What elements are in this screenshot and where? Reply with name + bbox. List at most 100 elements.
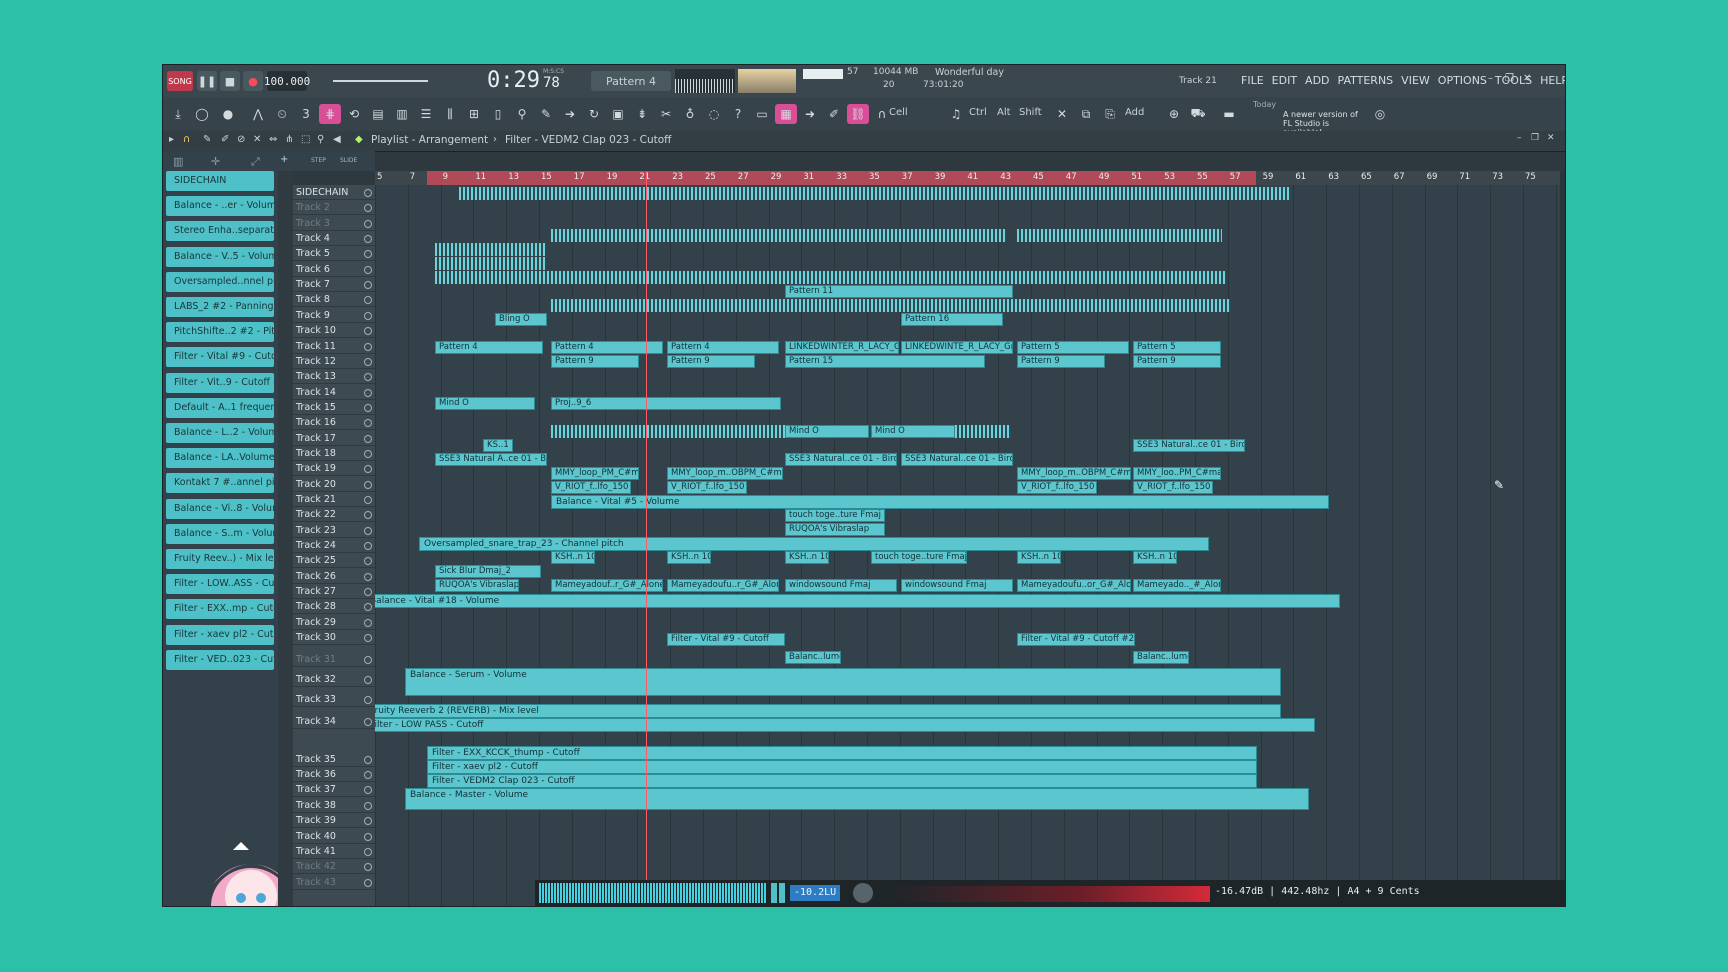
render-icon[interactable]: ⇟ bbox=[631, 104, 653, 124]
track-header[interactable]: Track 35 bbox=[293, 752, 375, 767]
key-shift[interactable]: Shift bbox=[1019, 107, 1042, 118]
track-mute-icon[interactable] bbox=[364, 817, 372, 826]
plus-icon[interactable]: + bbox=[280, 154, 288, 165]
track-mute-icon[interactable] bbox=[364, 786, 372, 795]
track-mute-icon[interactable] bbox=[364, 511, 372, 520]
clip-sick-blur[interactable]: Sick Blur Dmaj_2 bbox=[435, 565, 541, 578]
paint-tool-icon[interactable]: ✐ bbox=[221, 134, 229, 145]
track-mute-icon[interactable] bbox=[364, 496, 372, 504]
clip-mind-a[interactable]: Mind O bbox=[435, 397, 535, 410]
paste-icon[interactable]: ⎘ bbox=[1099, 104, 1121, 124]
track-mute-icon[interactable] bbox=[364, 655, 372, 664]
track-mute-icon[interactable] bbox=[364, 480, 372, 489]
plugin-icon[interactable]: ⚲ bbox=[511, 104, 533, 124]
pencil-tool-icon[interactable]: ✎ bbox=[203, 134, 211, 145]
clip-ksh-d[interactable]: KSH..n 10 bbox=[1017, 551, 1061, 564]
tablet-icon[interactable]: ▭ bbox=[751, 104, 773, 124]
countdown-icon[interactable]: 3 bbox=[295, 104, 317, 124]
track-header[interactable]: Track 11 bbox=[293, 339, 375, 354]
clip-pattern-5b[interactable]: Pattern 5 bbox=[1133, 341, 1221, 354]
channel-item[interactable]: LABS_2 #2 - Panning bbox=[166, 297, 274, 317]
track-header[interactable]: Track 19 bbox=[293, 461, 375, 477]
mute-tool-icon[interactable]: ✕ bbox=[253, 134, 261, 145]
playlist-icon[interactable]: ▤ bbox=[367, 104, 389, 124]
zoom-tool-icon[interactable]: ⚲ bbox=[317, 134, 324, 145]
track-header[interactable]: Track 43 bbox=[293, 875, 375, 890]
automation-fruity-reeverb[interactable]: Fruity Reeverb 2 (REVERB) - Mix level bbox=[375, 704, 1281, 718]
track-header[interactable]: Track 7 bbox=[293, 277, 375, 293]
track-header[interactable]: Track 6 bbox=[293, 262, 375, 277]
track-header[interactable]: Track 18 bbox=[293, 446, 375, 461]
channel-item[interactable]: Filter - LOW..ASS - Cutof bbox=[166, 574, 274, 595]
track-header[interactable]: Track 28 bbox=[293, 599, 375, 615]
clip-vriot-c[interactable]: V_RIOT_f..lfo_150 bbox=[1017, 481, 1097, 494]
track-mute-icon[interactable] bbox=[364, 465, 372, 474]
clip-wind-a[interactable]: windowsound Fmaj bbox=[785, 579, 897, 592]
clip-mind-b[interactable]: Mind O bbox=[785, 425, 869, 438]
track-mute-icon[interactable] bbox=[364, 847, 372, 856]
select-tool-icon[interactable]: ⬚ bbox=[301, 134, 310, 145]
playlist-close-icon[interactable]: ✕ bbox=[1547, 133, 1555, 143]
track6-pattern-blocks[interactable] bbox=[435, 257, 545, 270]
channel-item[interactable]: Filter - xaev pl2 - Cutof bbox=[166, 624, 274, 645]
record-icon[interactable]: ● bbox=[243, 71, 263, 91]
clip-pattern-5a[interactable]: Pattern 5 bbox=[1017, 341, 1129, 354]
arrow-right-icon[interactable]: ➜ bbox=[799, 104, 821, 124]
master-volume-slider[interactable] bbox=[333, 80, 428, 82]
link-icon[interactable]: ⛓ bbox=[847, 104, 869, 124]
channel-item[interactable]: Filter - VED..023 - Cutoff bbox=[166, 649, 274, 670]
pattern-selector[interactable]: Pattern 4 bbox=[591, 71, 671, 91]
clip-ksh-c[interactable]: KSH..n 10 bbox=[785, 551, 829, 564]
sidechain-pattern-blocks[interactable] bbox=[459, 187, 1289, 200]
track-header[interactable]: Track 30 bbox=[293, 630, 375, 646]
delete-icon[interactable]: ✕ bbox=[1051, 104, 1073, 124]
automation-balance-vital18[interactable]: Balance - Vital #18 - Volume bbox=[375, 594, 1340, 608]
cart-icon[interactable]: ⛟ bbox=[1187, 104, 1209, 124]
clip-vriot-a[interactable]: V_RIOT_f..lfo_150 bbox=[551, 481, 631, 494]
slice-tool-icon[interactable]: ⋔ bbox=[285, 134, 293, 145]
track-mute-icon[interactable] bbox=[364, 219, 372, 228]
add-button[interactable]: Add bbox=[1125, 107, 1144, 118]
track-mute-icon[interactable] bbox=[364, 717, 372, 726]
scissors-icon[interactable]: ✂ bbox=[655, 104, 677, 124]
track-header[interactable]: Track 42 bbox=[293, 859, 375, 875]
channel-item[interactable]: Balance - Vi..8 - Volume bbox=[166, 498, 274, 519]
track-mute-icon[interactable] bbox=[364, 572, 372, 581]
song-mode-toggle[interactable]: SONG bbox=[167, 71, 193, 91]
clip-pattern-9b[interactable]: Pattern 9 bbox=[667, 355, 755, 368]
clip-wind-b[interactable]: windowsound Fmaj bbox=[901, 579, 1013, 592]
track-header[interactable]: Track 22 bbox=[293, 507, 375, 523]
play-arrow-icon[interactable]: ▸ bbox=[169, 134, 174, 145]
snap-value[interactable]: Cell bbox=[889, 107, 908, 118]
track-header[interactable]: Track 2 bbox=[293, 200, 375, 216]
track4-pattern-blocks[interactable] bbox=[551, 229, 1006, 242]
clip-touch-b[interactable]: touch toge..ture Fmaj bbox=[871, 551, 967, 564]
channel-item[interactable]: Balance - L..2 - Volume bbox=[166, 423, 274, 443]
plugin-picker-icon[interactable]: ⊕ bbox=[1163, 104, 1185, 124]
track-mute-icon[interactable] bbox=[364, 342, 372, 351]
channel-item[interactable]: Oversampled..nnel pitch bbox=[166, 271, 274, 292]
automation-filter-xaev[interactable]: Filter - xaev pl2 - Cutoff bbox=[427, 760, 1257, 774]
track-mute-icon[interactable] bbox=[364, 265, 372, 274]
refresh-icon[interactable]: ↻ bbox=[583, 104, 605, 124]
playhead[interactable] bbox=[646, 171, 647, 906]
analyzer-knob-icon[interactable] bbox=[853, 883, 873, 903]
flag-icon[interactable]: ▬ bbox=[1215, 104, 1243, 124]
playback-tool-icon[interactable]: ◀ bbox=[333, 134, 341, 145]
track-header[interactable]: Track 20 bbox=[293, 477, 375, 492]
save-icon[interactable]: ▣ bbox=[607, 104, 629, 124]
help-icon[interactable]: ? bbox=[727, 104, 749, 124]
track-header[interactable]: Track 39 bbox=[293, 813, 375, 829]
track5-pattern-blocks[interactable] bbox=[435, 243, 545, 256]
automation-oversampled[interactable]: Oversampled_snare_trap_23 - Channel pitc… bbox=[419, 537, 1209, 551]
channel-rack-icon[interactable]: ☰ bbox=[415, 104, 437, 124]
track-mute-icon[interactable] bbox=[364, 557, 372, 566]
track-mute-icon[interactable] bbox=[364, 618, 372, 627]
track-header[interactable]: Track 21 bbox=[293, 492, 375, 507]
track-mute-icon[interactable] bbox=[364, 542, 372, 551]
track-mute-icon[interactable] bbox=[364, 449, 372, 458]
track-header[interactable]: Track 16 bbox=[293, 415, 375, 431]
menu-view[interactable]: VIEW bbox=[1401, 74, 1430, 87]
automation-filter-vedm2[interactable]: Filter - VEDM2 Clap 023 - Cutoff bbox=[427, 774, 1257, 788]
menu-help[interactable]: HELP bbox=[1540, 74, 1565, 87]
